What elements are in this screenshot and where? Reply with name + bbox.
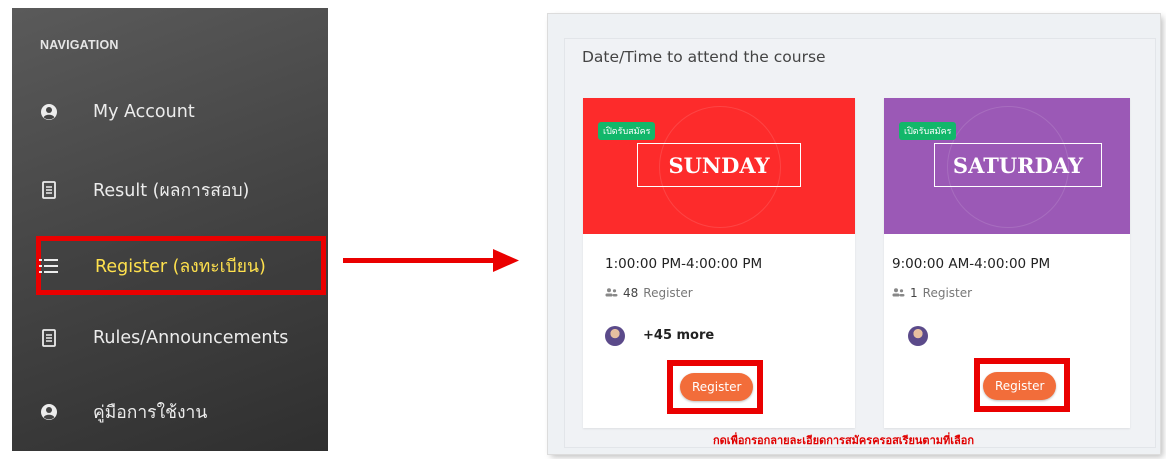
user-circle-icon [38, 101, 60, 123]
right-arrow-icon [343, 249, 519, 272]
nav-item-label: คู่มือการใช้งาน [93, 403, 208, 423]
card-banner: เปิดรับสมัคร SATURDAY [884, 98, 1130, 234]
nav-item-label: My Account [93, 102, 195, 122]
avatar [908, 326, 928, 346]
navigation-sidebar: NAVIGATION My Account Result (ผลการสอบ) … [12, 8, 328, 451]
nav-heading: NAVIGATION [40, 38, 119, 52]
users-icon [605, 286, 618, 300]
course-card-sunday: เปิดรับสมัคร SUNDAY 1:00:00 PM-4:00:00 P… [583, 98, 855, 428]
register-count-number: 48 [623, 286, 639, 300]
document-icon [38, 327, 60, 349]
course-card-saturday: เปิดรับสมัคร SATURDAY 9:00:00 AM-4:00:00… [884, 98, 1130, 428]
time-range: 9:00:00 AM-4:00:00 PM [892, 256, 1051, 272]
instruction-note: กดเพื่อกรอกลายละเอียดการสมัครครอสเรียนตา… [713, 434, 975, 447]
nav-item-label: Register (ลงทะเบียน) [95, 257, 266, 277]
day-label: SUNDAY [637, 143, 801, 187]
nav-item-label: Result (ผลการสอบ) [93, 181, 250, 201]
register-count-label: Register [922, 286, 973, 300]
register-count-number: 1 [910, 286, 918, 300]
list-icon [38, 255, 60, 277]
status-badge: เปิดรับสมัคร [899, 122, 957, 140]
time-range: 1:00:00 PM-4:00:00 PM [605, 256, 763, 272]
nav-item-label: Rules/Announcements [93, 328, 289, 348]
avatar [605, 326, 625, 346]
status-badge: เปิดรับสมัคร [598, 122, 656, 140]
users-icon [892, 286, 905, 300]
card-banner: เปิดรับสมัคร SUNDAY [583, 98, 855, 234]
register-button[interactable]: Register [983, 372, 1057, 400]
register-button[interactable]: Register [680, 373, 754, 401]
register-count-label: Register [643, 286, 693, 300]
course-panel-title: Date/Time to attend the course [582, 48, 826, 66]
user-circle-icon [38, 401, 60, 423]
more-registrants: +45 more [643, 328, 715, 343]
register-count: 48 Register [605, 286, 693, 300]
day-label: SATURDAY [934, 143, 1102, 187]
register-count: 1 Register [892, 286, 972, 300]
document-icon [38, 179, 60, 201]
